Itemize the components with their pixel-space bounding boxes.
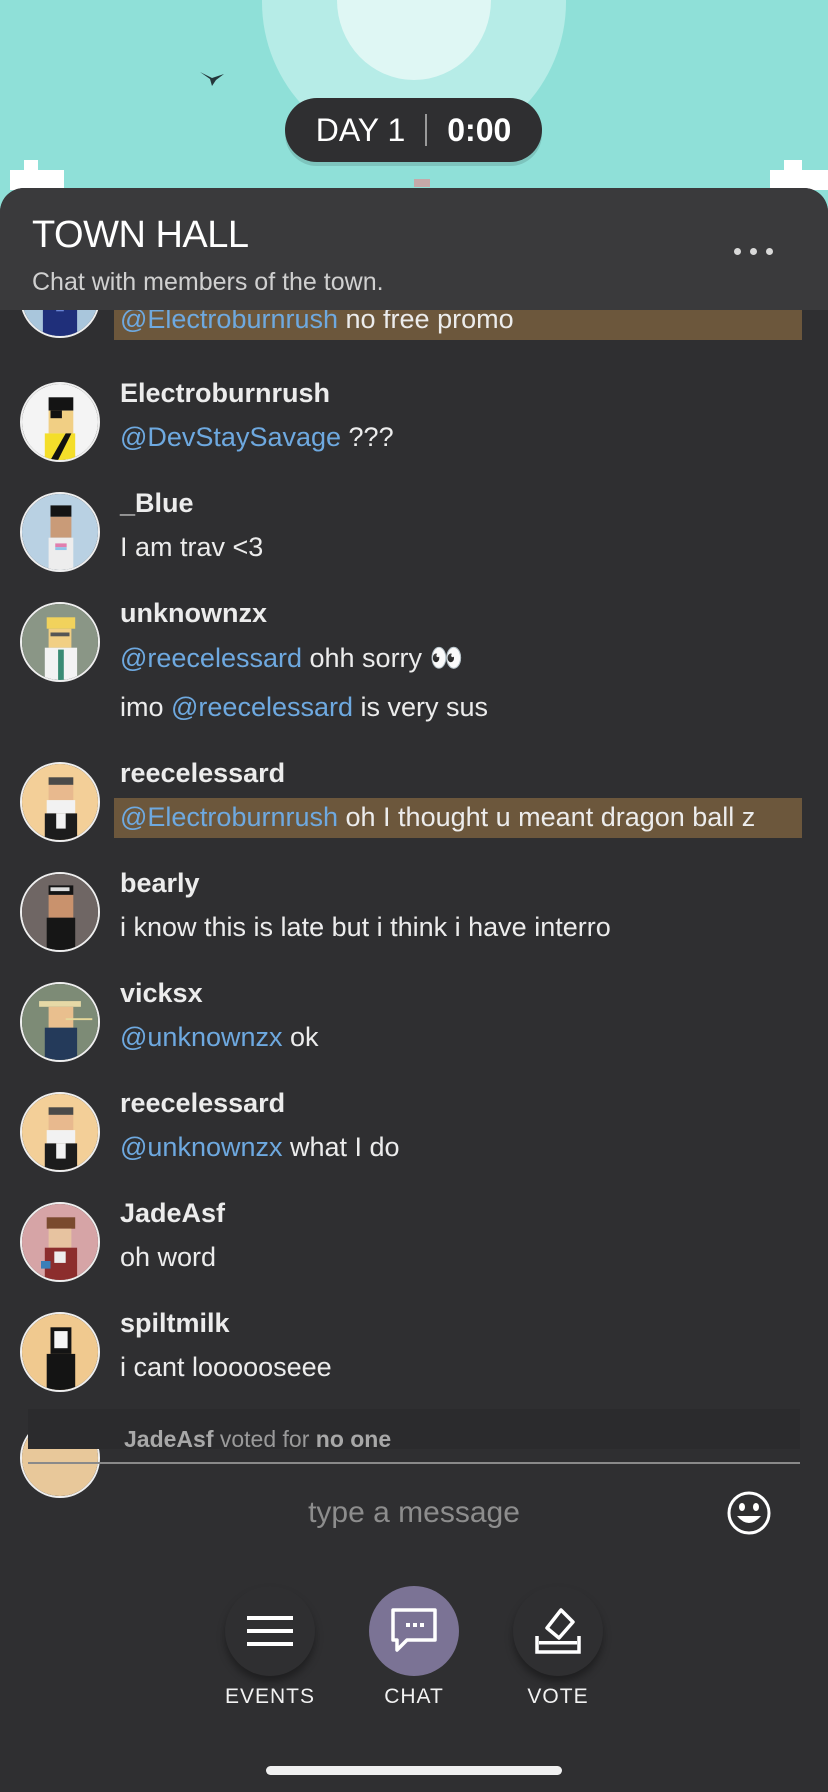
message-username[interactable]: _Blue (120, 488, 194, 519)
avatar[interactable] (20, 310, 100, 338)
message-text: I am trav <3 (120, 532, 264, 562)
avatar[interactable] (20, 762, 100, 842)
chat-bubble-icon (391, 1608, 437, 1652)
message-text: @unknownzx what I do (120, 1132, 400, 1162)
avatar[interactable] (20, 982, 100, 1062)
chat-button[interactable] (369, 1586, 459, 1676)
timer-label: 0:00 (447, 111, 512, 148)
message-username[interactable]: bearly (120, 868, 200, 899)
more-dots-icon[interactable] (734, 246, 774, 258)
vote-notice: JadeAsf voted for no one (124, 1426, 392, 1452)
avatar[interactable] (20, 1202, 100, 1282)
menu-lines-icon (247, 1616, 293, 1646)
message-text: @Electroburnrush oh I thought u meant dr… (120, 802, 756, 832)
mention-link[interactable]: @DevStaySavage (120, 422, 341, 452)
mention-link[interactable]: @Electroburnrush (120, 310, 338, 334)
cloud-icon (10, 160, 64, 190)
message-input[interactable] (160, 1488, 668, 1538)
home-indicator[interactable] (266, 1766, 562, 1775)
town-hall-panel: TOWN HALL Chat with members of the town.… (0, 188, 828, 1792)
message-text: oh word (120, 1242, 217, 1272)
vote-notice-target: no one (315, 1426, 392, 1452)
ballot-box-icon (535, 1608, 581, 1654)
mention-link[interactable]: @reecelessard (120, 643, 302, 673)
day-label: DAY 1 (315, 111, 406, 148)
message-text: @DevStaySavage ??? (120, 422, 394, 452)
message-username[interactable]: vicksx (120, 978, 203, 1009)
chat-feed[interactable]: @Electroburnrush no free promo Electrobu… (0, 310, 828, 1610)
mention-link[interactable]: @unknownzx (120, 1132, 283, 1162)
nav-label-events[interactable]: EVENTS (210, 1685, 330, 1709)
message-text: @reecelessard ohh sorry 👀 (120, 643, 464, 673)
day-timer-pill: DAY 1 0:00 (285, 98, 542, 162)
message-username[interactable]: unknownzx (120, 598, 267, 629)
cloud-icon (770, 160, 828, 190)
mention-link[interactable]: @Electroburnrush (120, 802, 338, 832)
message-username[interactable]: spiltmilk (120, 1308, 230, 1339)
message-username[interactable]: reecelessard (120, 758, 285, 789)
message-text: @unknownzx ok (120, 1022, 319, 1052)
panel-header: TOWN HALL Chat with members of the town. (0, 188, 828, 310)
page-title: TOWN HALL (32, 214, 249, 256)
vote-button[interactable] (513, 1586, 603, 1676)
avatar[interactable] (20, 492, 100, 572)
mention-link[interactable]: @reecelessard (171, 692, 353, 722)
nav-label-chat[interactable]: CHAT (354, 1685, 474, 1709)
message-username[interactable]: Electroburnrush (120, 378, 330, 409)
message-username[interactable]: JadeAsf (120, 1198, 225, 1229)
avatar[interactable] (20, 872, 100, 952)
input-underline (28, 1462, 800, 1464)
events-button[interactable] (225, 1586, 315, 1676)
bird-icon (200, 72, 224, 86)
mention-link[interactable]: @unknownzx (120, 1022, 283, 1052)
avatar[interactable] (20, 602, 100, 682)
avatar[interactable] (20, 1312, 100, 1392)
message-text: imo @reecelessard is very sus (120, 692, 489, 722)
vote-notice-user[interactable]: JadeAsf (124, 1426, 213, 1452)
message-text: i know this is late but i think i have i… (120, 912, 611, 942)
nav-label-vote[interactable]: VOTE (498, 1685, 618, 1709)
message-text: @Electroburnrush no free promo (120, 310, 514, 335)
day-separator (425, 114, 428, 146)
avatar[interactable] (20, 382, 100, 462)
page-subtitle: Chat with members of the town. (32, 268, 384, 296)
smiley-icon[interactable] (726, 1490, 772, 1536)
message-text: i cant loooooseee (120, 1352, 332, 1382)
message-username[interactable]: reecelessard (120, 1088, 285, 1119)
avatar[interactable] (20, 1092, 100, 1172)
house-chimney (414, 179, 430, 187)
